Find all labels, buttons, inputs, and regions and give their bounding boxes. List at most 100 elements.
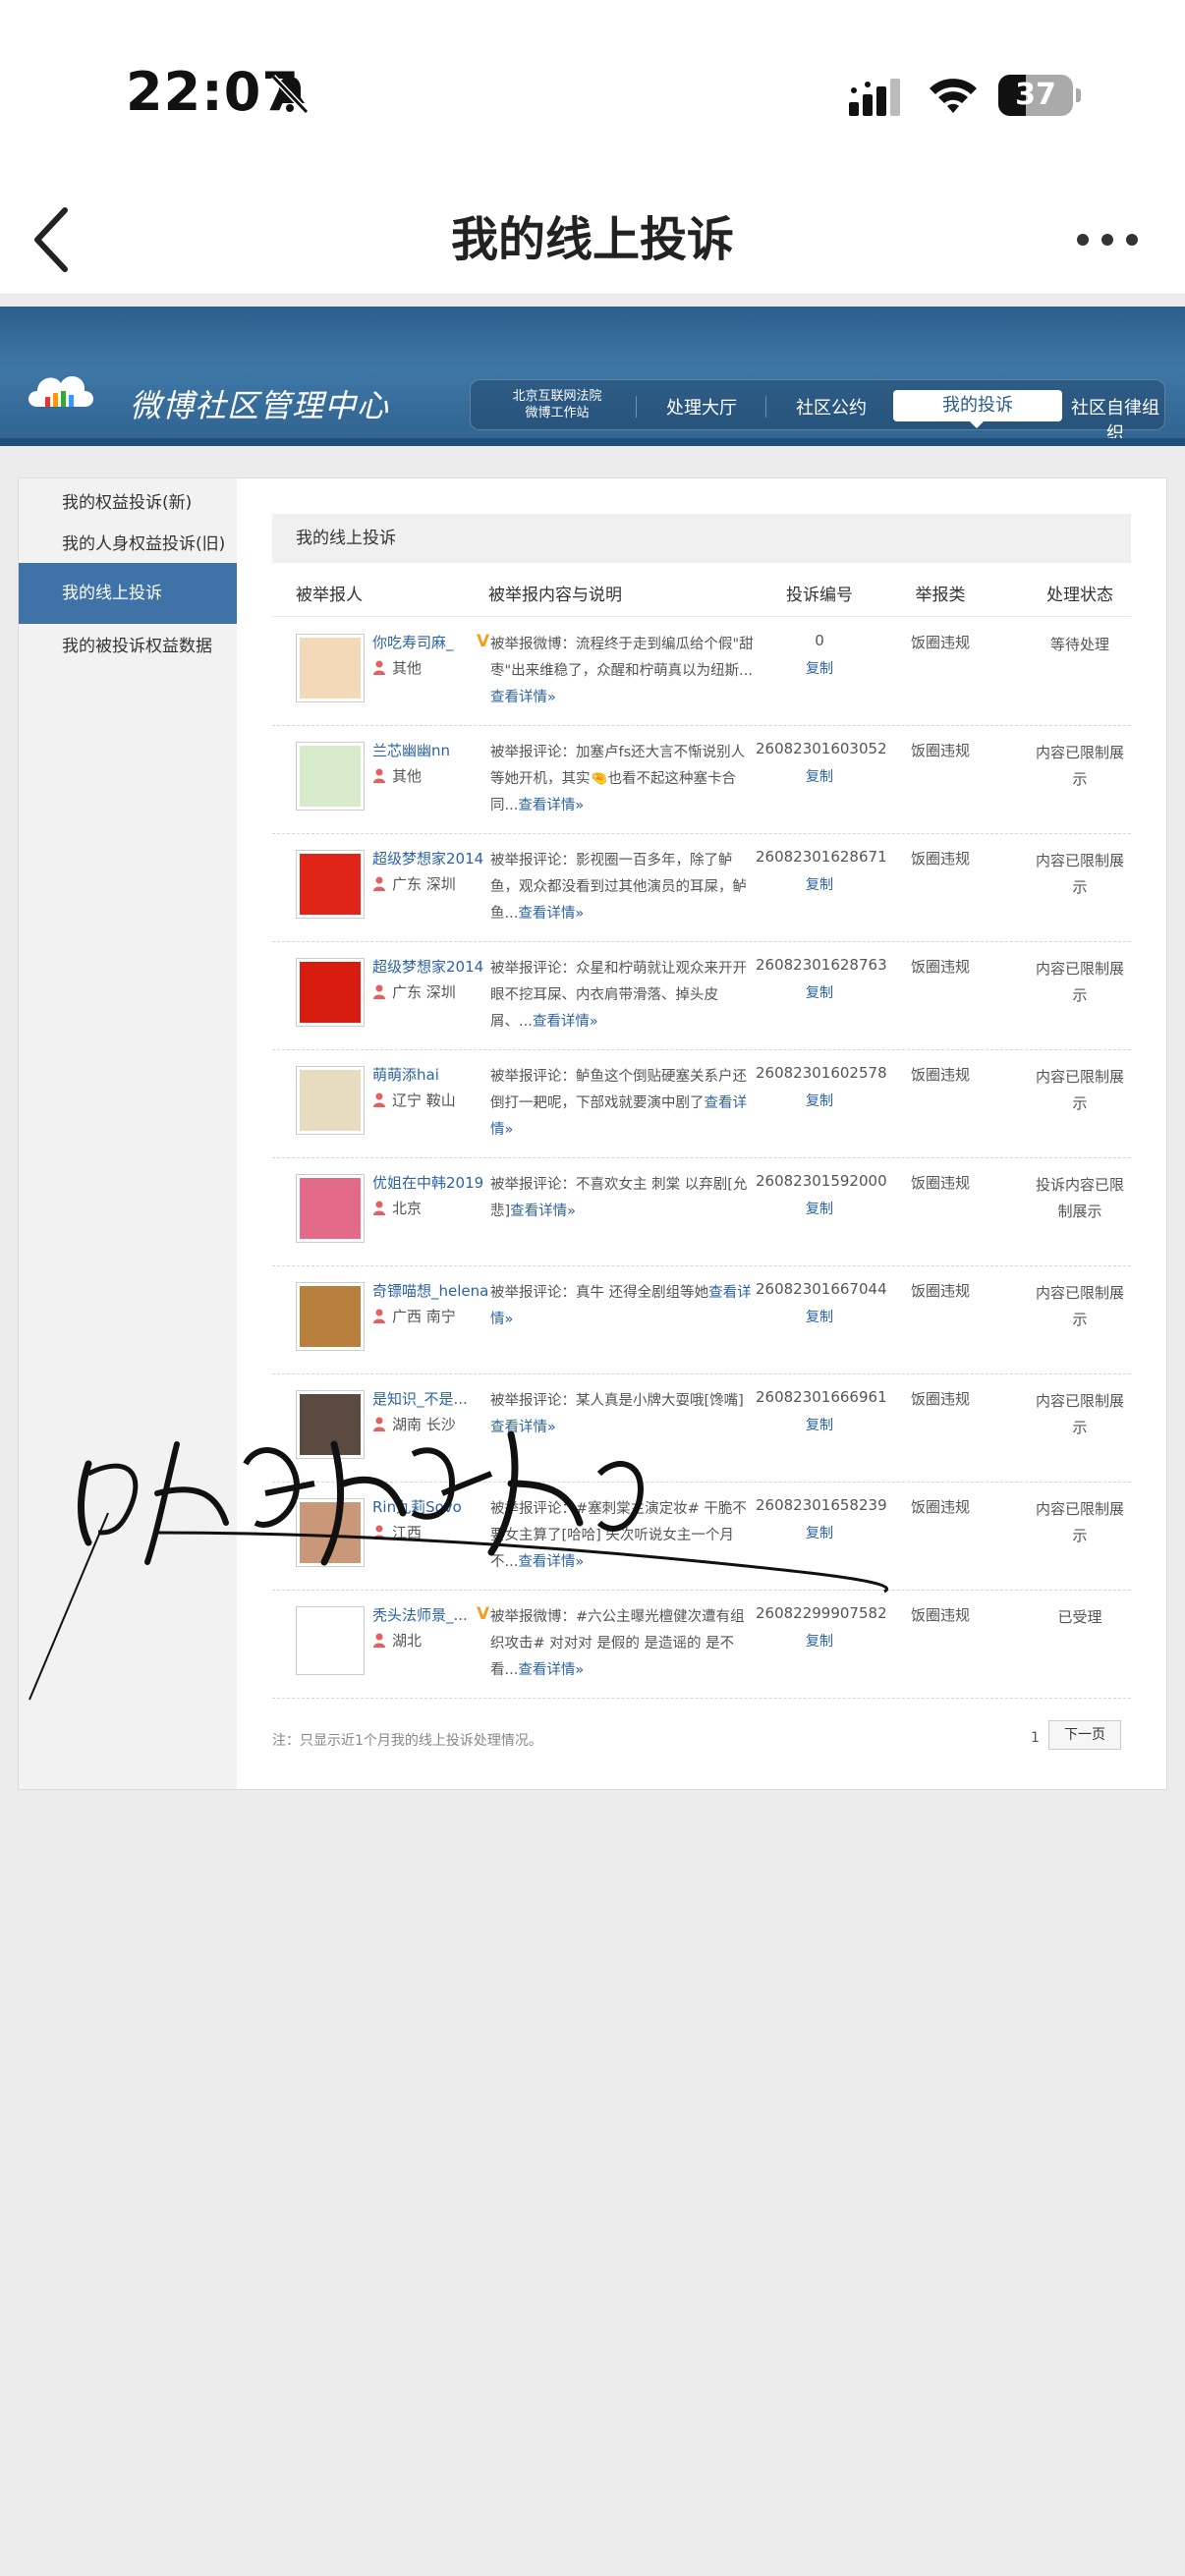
person-icon (373, 1201, 385, 1215)
sidebar-item-complained-data[interactable]: 我的被投诉权益数据 (19, 622, 237, 671)
site-nav-tabs: 北京互联网法院 微博工作站 处理大厅 社区公约 我的投诉 社区自律组织 (470, 379, 1165, 444)
site-title: 微博社区管理中心 (130, 387, 390, 424)
avatar[interactable] (296, 634, 365, 702)
avatar[interactable] (296, 1498, 365, 1567)
cloud-logo-icon (28, 376, 93, 407)
tab-processing-hall[interactable]: 处理大厅 (648, 394, 756, 420)
person-icon (373, 768, 385, 783)
user-location: 广东 深圳 (372, 981, 456, 1002)
sidebar-item-online-complaints[interactable]: 我的线上投诉 (19, 563, 237, 624)
complaint-description: 被举报评论：#塞刺棠主演定妆# 干脆不要女主算了[哈哈] 失次听说女主一个月不.… (490, 1496, 758, 1576)
user-location-text: 广西 南宁 (392, 1308, 456, 1325)
status-badge: 内容已限制展示 (1035, 1500, 1124, 1544)
bell-muted-icon (270, 74, 310, 115)
status-badge: 已受理 (1057, 1608, 1102, 1626)
report-type: 饭圈违规 (910, 634, 970, 651)
complaint-id: 26082301628763 (756, 956, 887, 974)
reported-user-name[interactable]: 是知识_不是... (372, 1388, 490, 1409)
avatar[interactable] (296, 1282, 365, 1351)
copy-id-button[interactable]: 复制 (756, 1199, 883, 1218)
copy-id-button[interactable]: 复制 (756, 1415, 883, 1434)
complaint-id: 26082301603052 (756, 740, 887, 757)
complaint-text: 被举报评论：某人真是小牌大耍哦[馋嘴] (490, 1393, 744, 1409)
user-location: 湖南 长沙 (372, 1414, 456, 1434)
status-badge: 等待处理 (1049, 636, 1109, 653)
court-link[interactable]: 北京互联网法院 微博工作站 (498, 388, 616, 421)
person-icon (373, 1417, 385, 1431)
reported-user-name[interactable]: Rin九莉Sovo (372, 1496, 490, 1517)
avatar[interactable] (296, 1606, 365, 1675)
reported-user-name[interactable]: 超级梦想家2014 (372, 956, 490, 977)
copy-id-button[interactable]: 复制 (756, 658, 883, 678)
user-location: 广东 深圳 (372, 873, 456, 894)
avatar[interactable] (296, 1174, 365, 1243)
verified-v-icon: V (477, 1604, 490, 1624)
view-details-link[interactable]: 查看详情» (518, 798, 584, 813)
view-details-link[interactable]: 查看详情» (518, 1662, 584, 1678)
table-row: 奇镖喵想_helena 广西 南宁 被举报评论：真牛 还得全剧组等她查看详情» 260… (272, 1266, 1131, 1374)
table-row: 秃头法师景_... V 湖北 被举报微博：#六公主曝光檀健次遭有组织攻击# 对对对 是… (272, 1591, 1131, 1699)
sidebar-item-personal-rights-old[interactable]: 我的人身权益投诉(旧) (19, 520, 237, 569)
complaint-id: 26082301667044 (756, 1280, 887, 1298)
tab-self-regulation[interactable]: 社区自律组织 (1064, 394, 1166, 445)
complaint-text: 被举报评论：真牛 还得全剧组等她 (490, 1285, 709, 1301)
copy-id-button[interactable]: 复制 (756, 1631, 883, 1651)
complaint-description: 被举报评论：不喜欢女主 刺棠 以弃剧[允悲]查看详情» (490, 1172, 758, 1225)
reported-user-name[interactable]: 优姐在中韩2019 (372, 1172, 490, 1193)
user-location-text: 其他 (392, 767, 423, 785)
status-bar: 22:07 37 (0, 0, 1185, 187)
avatar[interactable] (296, 1066, 365, 1135)
view-details-link[interactable]: 查看详情» (518, 1554, 584, 1570)
battery-indicator: 37 (998, 75, 1081, 116)
reported-user-name[interactable]: 秃头法师景_... (372, 1604, 490, 1625)
copy-id-button[interactable]: 复制 (756, 1307, 883, 1326)
tab-community-rules[interactable]: 社区公约 (777, 394, 885, 420)
pagination-current-page[interactable]: 1 (1031, 1730, 1040, 1746)
complaint-description: 被举报微博：#六公主曝光檀健次遭有组织攻击# 对对对 是假的 是造谣的 是不看.… (490, 1604, 758, 1684)
complaint-description: 被举报评论：众星和柠萌就让观众来开开眼不挖耳屎、内衣肩带滑落、掉头皮屑、...查… (490, 956, 758, 1036)
reported-user-name[interactable]: 超级梦想家2014 (372, 848, 490, 868)
more-options-icon[interactable] (1073, 220, 1142, 259)
avatar[interactable] (296, 1390, 365, 1459)
avatar[interactable] (296, 850, 365, 919)
verified-v-icon: V (477, 632, 490, 651)
complaint-description: 被举报评论：影视圈一百多年，除了鲈鱼，观众都没看到过其他演员的耳屎，鲈鱼...查… (490, 848, 758, 927)
report-type: 饭圈违规 (910, 1390, 970, 1408)
user-location-text: 江西 (392, 1524, 423, 1541)
sidebar: 我的权益投诉(新) 我的人身权益投诉(旧) 我的线上投诉 我的被投诉权益数据 (19, 478, 237, 1789)
reported-user-name[interactable]: 奇镖喵想_helena (372, 1280, 490, 1301)
avatar[interactable] (296, 958, 365, 1027)
report-type: 饭圈违规 (910, 958, 970, 976)
complaint-description: 被举报评论：加塞卢fs还大言不惭说别人等她开机，其实🤏也看不起这种塞卡合同...… (490, 740, 758, 819)
user-location-text: 广东 深圳 (392, 983, 456, 1001)
next-page-button[interactable]: 下一页 (1048, 1720, 1121, 1750)
complaint-text: 被举报评论：众星和柠萌就让观众来开开眼不挖耳屎、内衣肩带滑落、掉头皮屑、... (490, 961, 747, 1030)
complaint-id: 26082301666961 (756, 1388, 887, 1406)
copy-id-button[interactable]: 复制 (756, 874, 883, 894)
report-type: 饭圈违规 (910, 1282, 970, 1300)
copy-id-button[interactable]: 复制 (756, 766, 883, 786)
avatar[interactable] (296, 742, 365, 811)
user-location: 其他 (372, 657, 422, 678)
complaint-id: 26082299907582 (756, 1604, 887, 1622)
view-details-link[interactable]: 查看详情» (490, 690, 556, 705)
view-details-link[interactable]: 查看详情» (518, 906, 584, 922)
reported-user-name[interactable]: 萌萌添hai (372, 1064, 490, 1085)
content-heading: 我的线上投诉 (272, 514, 1131, 563)
column-header-reported-user: 被举报人 (296, 586, 363, 605)
tab-my-complaints[interactable]: 我的投诉 (893, 390, 1062, 428)
copy-id-button[interactable]: 复制 (756, 1091, 883, 1110)
person-icon (373, 1525, 385, 1540)
view-details-link[interactable]: 查看详情» (533, 1014, 598, 1030)
table-row: 萌萌添hai 辽宁 鞍山 被举报评论：鲈鱼这个倒贴硬塞关系户还倒打一耙呢，下部戏就要… (272, 1050, 1131, 1158)
reported-user-name[interactable]: 兰芯幽幽nn (372, 740, 490, 760)
table-row: 超级梦想家2014 广东 深圳 被举报评论：影视圈一百多年，除了鲈鱼，观众都没看到过… (272, 834, 1131, 942)
view-details-link[interactable]: 查看详情» (510, 1204, 576, 1219)
complaint-description: 被举报评论：某人真是小牌大耍哦[馋嘴] 查看详情» (490, 1388, 758, 1441)
user-location-text: 湖南 长沙 (392, 1416, 456, 1433)
copy-id-button[interactable]: 复制 (756, 982, 883, 1002)
status-badge: 内容已限制展示 (1035, 1068, 1124, 1112)
reported-user-name[interactable]: 你吃寿司麻_ (372, 632, 490, 652)
view-details-link[interactable]: 查看详情» (490, 1420, 556, 1435)
copy-id-button[interactable]: 复制 (756, 1523, 883, 1542)
